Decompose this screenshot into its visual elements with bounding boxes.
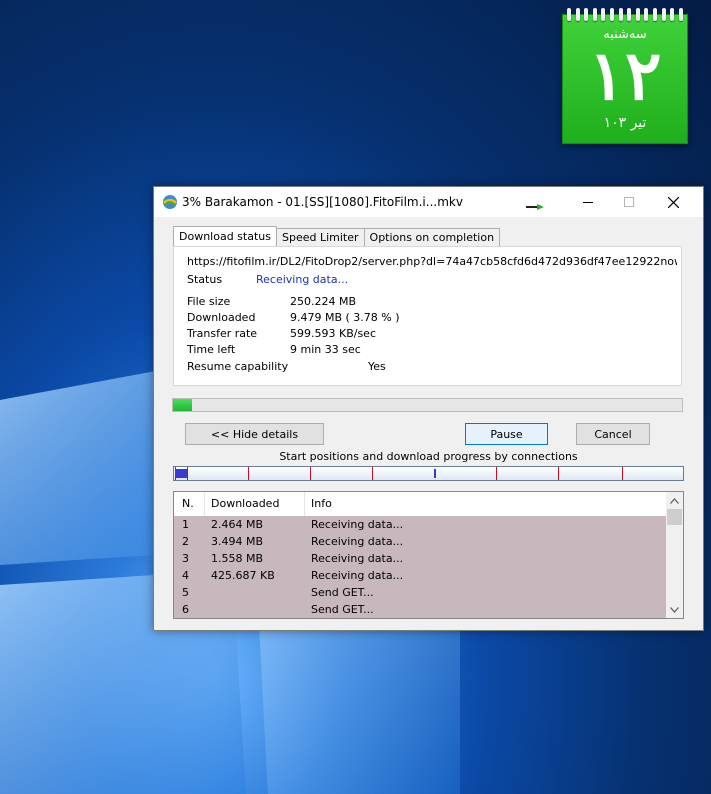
calendar-month-year: تیر ۱۰۳ <box>603 115 647 131</box>
scroll-up-button[interactable] <box>666 492 683 509</box>
maximize-button[interactable] <box>606 187 652 217</box>
row-info: Receiving data... <box>311 535 404 548</box>
row-downloaded <box>205 601 305 618</box>
status-label: Status <box>187 273 223 286</box>
row-downloaded <box>205 584 305 601</box>
row-number: 4 <box>182 569 189 582</box>
connection-segment <box>434 469 436 478</box>
connection-start-marker <box>175 467 176 480</box>
table-row[interactable]: 5 Send GET... <box>174 584 666 601</box>
close-icon <box>667 196 679 208</box>
row-number: 1 <box>182 518 189 531</box>
row-number: 3 <box>182 552 189 565</box>
column-header-n[interactable]: N. <box>174 492 205 516</box>
tab-download-status[interactable]: Download status <box>173 226 277 246</box>
scroll-down-icon <box>670 606 679 613</box>
maximize-icon <box>624 197 634 207</box>
calendar-gadget[interactable]: سه‌شنبه ۱۲ تیر ۱۰۳ <box>562 8 688 144</box>
table-row[interactable]: 2 3.494 MB Receiving data... <box>174 533 666 550</box>
time-left-value: 9 min 33 sec <box>290 343 361 356</box>
tab-options-on-completion[interactable]: Options on completion <box>363 228 501 246</box>
time-left-label: Time left <box>187 343 236 356</box>
connections-progress-bar <box>173 466 684 481</box>
connection-start-marker <box>558 467 559 480</box>
download-status-panel: https://fitofilm.ir/DL2/FitoDrop2/server… <box>173 246 682 386</box>
hide-details-button[interactable]: << Hide details <box>185 423 324 445</box>
connection-start-marker <box>248 467 249 480</box>
file-size-value: 250.224 MB <box>290 295 357 308</box>
scroll-down-button[interactable] <box>666 601 683 618</box>
file-size-label: File size <box>187 295 231 308</box>
downloaded-value: 9.479 MB ( 3.78 % ) <box>290 311 400 324</box>
transfer-rate-label: Transfer rate <box>187 327 258 340</box>
calendar-rings <box>567 8 683 22</box>
cancel-button[interactable]: Cancel <box>576 423 650 445</box>
transfer-rate-value: 599.593 KB/sec <box>290 327 376 340</box>
connection-start-marker <box>496 467 497 480</box>
row-number: 5 <box>182 586 189 599</box>
row-number: 6 <box>182 603 189 616</box>
arrow-icon <box>526 204 544 210</box>
resume-capability-value: Yes <box>368 360 386 373</box>
minimize-icon <box>583 202 593 203</box>
row-info: Receiving data... <box>311 552 404 565</box>
connections-list: N. Downloaded Info 1 2.464 MB Receiving … <box>173 491 684 619</box>
column-header-info[interactable]: Info <box>305 492 666 516</box>
tab-strip: Download status Speed Limiter Options on… <box>173 226 501 246</box>
download-progress-fill <box>173 399 193 411</box>
connection-start-marker <box>622 467 623 480</box>
row-info: Send GET... <box>311 603 374 616</box>
row-info: Send GET... <box>311 586 374 599</box>
connections-list-body: 1 2.464 MB Receiving data... 2 3.494 MB … <box>174 516 666 618</box>
tab-speed-limiter[interactable]: Speed Limiter <box>275 228 365 246</box>
calendar-day: ۱۲ <box>588 36 662 116</box>
connections-scrollbar[interactable] <box>666 492 683 618</box>
pause-button[interactable]: Pause <box>465 423 548 445</box>
download-progress-bar <box>172 398 683 412</box>
row-downloaded: 2.464 MB <box>211 518 264 531</box>
minimize-button[interactable] <box>565 187 611 217</box>
row-info: Receiving data... <box>311 569 404 582</box>
close-button[interactable] <box>650 187 696 217</box>
column-header-downloaded[interactable]: Downloaded <box>205 492 305 516</box>
downloaded-label: Downloaded <box>187 311 256 324</box>
status-value: Receiving data... <box>256 273 349 286</box>
table-row[interactable]: 4 425.687 KB Receiving data... <box>174 567 666 584</box>
table-row[interactable]: 6 Send GET... <box>174 601 666 618</box>
resume-capability-label: Resume capability <box>187 360 289 373</box>
connections-list-header: N. Downloaded Info <box>174 492 666 516</box>
row-number: 2 <box>182 535 189 548</box>
connection-start-marker <box>310 467 311 480</box>
download-window: 3% Barakamon - 01.[SS][1080].FitoFilm.i.… <box>153 186 704 631</box>
connection-start-marker <box>187 467 188 480</box>
row-info: Receiving data... <box>311 518 404 531</box>
connection-segment <box>175 469 187 478</box>
row-downloaded: 3.494 MB <box>211 535 264 548</box>
download-url: https://fitofilm.ir/DL2/FitoDrop2/server… <box>187 255 677 268</box>
window-title: 3% Barakamon - 01.[SS][1080].FitoFilm.i.… <box>182 195 463 209</box>
idm-app-icon <box>163 195 177 209</box>
scrollbar-thumb[interactable] <box>667 509 682 525</box>
table-row[interactable]: 1 2.464 MB Receiving data... <box>174 516 666 533</box>
title-bar[interactable]: 3% Barakamon - 01.[SS][1080].FitoFilm.i.… <box>154 187 703 217</box>
row-downloaded: 425.687 KB <box>211 569 275 582</box>
scroll-up-icon <box>670 497 679 504</box>
table-row[interactable]: 3 1.558 MB Receiving data... <box>174 550 666 567</box>
connections-caption: Start positions and download progress by… <box>279 450 578 463</box>
row-downloaded: 1.558 MB <box>211 552 264 565</box>
connection-start-marker <box>372 467 373 480</box>
